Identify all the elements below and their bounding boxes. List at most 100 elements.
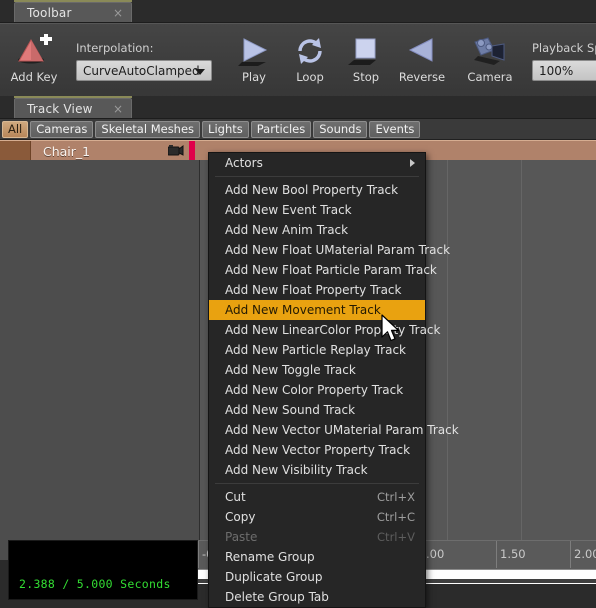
- ctx-shortcut: Ctrl+V: [377, 530, 415, 544]
- ctx-item-add-sound-track[interactable]: Add New Sound Track: [209, 400, 425, 420]
- interpolation-dropdown[interactable]: CurveAutoClamped: [76, 60, 212, 81]
- ctx-item-add-toggle-track[interactable]: Add New Toggle Track: [209, 360, 425, 380]
- ctx-item-actors[interactable]: Actors: [209, 153, 425, 173]
- ctx-label: Add New LinearColor Property Track: [225, 323, 441, 337]
- stop-square-icon: [348, 30, 384, 72]
- playback-speed-dropdown[interactable]: 100%: [532, 60, 596, 81]
- ctx-item-duplicate-group[interactable]: Duplicate Group: [209, 567, 425, 587]
- ctx-item-delete-group-tab[interactable]: Delete Group Tab: [209, 587, 425, 607]
- ruler-label: 2.00: [574, 547, 596, 561]
- ruler-tick: [496, 541, 497, 568]
- ctx-label: Copy: [225, 510, 256, 524]
- ctx-item-add-anim-track[interactable]: Add New Anim Track: [209, 220, 425, 240]
- ctx-shortcut: Ctrl+C: [376, 510, 415, 524]
- toolbar-group-addkey: Add Key: [0, 24, 68, 98]
- ctx-label: Add New Vector UMaterial Param Track: [225, 423, 459, 437]
- ctx-item-add-visibility-track[interactable]: Add New Visibility Track: [209, 460, 425, 480]
- stop-label: Stop: [352, 69, 380, 84]
- playback-speed-value: 100%: [539, 63, 574, 78]
- ruler-tick: [570, 541, 571, 568]
- tab-toolbar[interactable]: Toolbar ×: [14, 2, 132, 22]
- ctx-label: Add New Float Particle Param Track: [225, 263, 437, 277]
- ctx-label: Duplicate Group: [225, 570, 323, 584]
- loop-label: Loop: [296, 69, 324, 84]
- loop-button[interactable]: Loop: [282, 30, 338, 96]
- ctx-item-rename-group[interactable]: Rename Group: [209, 547, 425, 567]
- filter-tab-particles[interactable]: Particles: [250, 120, 312, 138]
- time-readout: 2.388 / 5.000 Seconds: [19, 577, 171, 591]
- preview-viewport[interactable]: 2.388 / 5.000 Seconds: [8, 540, 198, 600]
- camera-group-icon[interactable]: [167, 144, 184, 160]
- filter-tab-all[interactable]: All: [2, 120, 29, 138]
- ctx-label: Add New Bool Property Track: [225, 183, 399, 197]
- filter-tab-sounds[interactable]: Sounds: [313, 120, 368, 138]
- play-label: Play: [242, 69, 266, 84]
- group-filter-bar: All Cameras Skeletal Meshes Lights Parti…: [0, 119, 596, 140]
- filter-tab-events[interactable]: Events: [369, 120, 421, 138]
- stop-button[interactable]: Stop: [338, 30, 394, 96]
- ruler-tick: [198, 541, 199, 568]
- ctx-item-add-float-property-track[interactable]: Add New Float Property Track: [209, 280, 425, 300]
- ctx-label: Add New Movement Track: [225, 303, 381, 317]
- interpolation-label: Interpolation:: [76, 41, 154, 55]
- track-name-list[interactable]: [0, 160, 200, 560]
- ctx-label: Add New Color Property Track: [225, 383, 404, 397]
- ruler-label: .00: [426, 547, 445, 561]
- play-button[interactable]: Play: [226, 30, 282, 96]
- ctx-label: Add New Sound Track: [225, 403, 356, 417]
- ctx-item-cut[interactable]: Cut Ctrl+X: [209, 487, 425, 507]
- group-context-menu[interactable]: Actors Add New Bool Property Track Add N…: [208, 152, 459, 608]
- ctx-item-add-color-property-track[interactable]: Add New Color Property Track: [209, 380, 425, 400]
- group-color-marker: [189, 141, 195, 160]
- reverse-button[interactable]: Reverse: [394, 30, 450, 96]
- ctx-label: Cut: [225, 490, 246, 504]
- add-key-button[interactable]: Add Key: [6, 30, 62, 96]
- ctx-label: Add New Float Property Track: [225, 283, 402, 297]
- ctx-item-add-float-umaterial-param-track[interactable]: Add New Float UMaterial Param Track: [209, 240, 450, 260]
- toolbar-body: Add Key Interpolation: CurveAutoClamped: [0, 23, 596, 99]
- ctx-item-add-linearcolor-property-track[interactable]: Add New LinearColor Property Track: [209, 320, 440, 340]
- filter-tab-cameras[interactable]: Cameras: [30, 120, 94, 138]
- tab-track-view[interactable]: Track View ×: [14, 98, 132, 118]
- group-collapse-handle[interactable]: [0, 141, 31, 161]
- reverse-label: Reverse: [398, 69, 446, 84]
- playback-speed-field: Playback Speed: 100%: [524, 24, 596, 98]
- add-key-label: Add Key: [10, 69, 58, 84]
- toolbar-group-transport: Play Loop Stop Reverse: [220, 24, 456, 98]
- ctx-separator: [215, 483, 419, 484]
- ctx-item-add-bool-property-track[interactable]: Add New Bool Property Track: [209, 180, 425, 200]
- ctx-label: Add New Event Track: [225, 203, 352, 217]
- camera-label: Camera: [467, 69, 513, 84]
- ctx-item-add-movement-track[interactable]: Add New Movement Track: [209, 300, 425, 320]
- toolbar-panel: Toolbar × Add Key Interpolation: CurveAu…: [0, 0, 596, 99]
- playback-speed-label: Playback Speed:: [532, 41, 596, 55]
- ctx-label: Add New Toggle Track: [225, 363, 356, 377]
- interpolation-field: Interpolation: CurveAutoClamped: [68, 24, 220, 98]
- ctx-item-add-particle-replay-track[interactable]: Add New Particle Replay Track: [209, 340, 425, 360]
- ctx-item-add-vector-property-track[interactable]: Add New Vector Property Track: [209, 440, 425, 460]
- ctx-label: Add New Float UMaterial Param Track: [225, 243, 451, 257]
- ctx-item-paste: Paste Ctrl+V: [209, 527, 425, 547]
- reverse-triangle-icon: [404, 30, 440, 72]
- toolbar-tabstrip: Toolbar ×: [0, 0, 596, 23]
- ctx-label: Rename Group: [225, 550, 315, 564]
- filter-tab-lights[interactable]: Lights: [202, 120, 249, 138]
- ctx-label: Add New Particle Replay Track: [225, 343, 406, 357]
- ctx-item-add-vector-umaterial-param-track[interactable]: Add New Vector UMaterial Param Track: [209, 420, 459, 440]
- add-key-triangle-plus-icon: [14, 30, 54, 72]
- ctx-label: Paste: [225, 530, 258, 544]
- close-icon[interactable]: ×: [111, 7, 125, 19]
- matinee-editor-window: Toolbar × Add Key Interpolation: CurveAu…: [0, 0, 596, 608]
- ctx-label: Add New Visibility Track: [225, 463, 368, 477]
- chevron-right-icon: [410, 159, 415, 167]
- ctx-label: Actors: [225, 156, 263, 170]
- camera-button[interactable]: Camera: [462, 30, 518, 96]
- ctx-label: Add New Vector Property Track: [225, 443, 411, 457]
- close-icon[interactable]: ×: [111, 103, 125, 115]
- ctx-item-add-float-particle-param-track[interactable]: Add New Float Particle Param Track: [209, 260, 437, 280]
- ctx-shortcut: Ctrl+X: [377, 490, 415, 504]
- ctx-item-add-event-track[interactable]: Add New Event Track: [209, 200, 425, 220]
- filter-tab-skeletal-meshes[interactable]: Skeletal Meshes: [95, 120, 201, 138]
- ctx-item-copy[interactable]: Copy Ctrl+C: [209, 507, 425, 527]
- movie-camera-icon: [470, 30, 510, 72]
